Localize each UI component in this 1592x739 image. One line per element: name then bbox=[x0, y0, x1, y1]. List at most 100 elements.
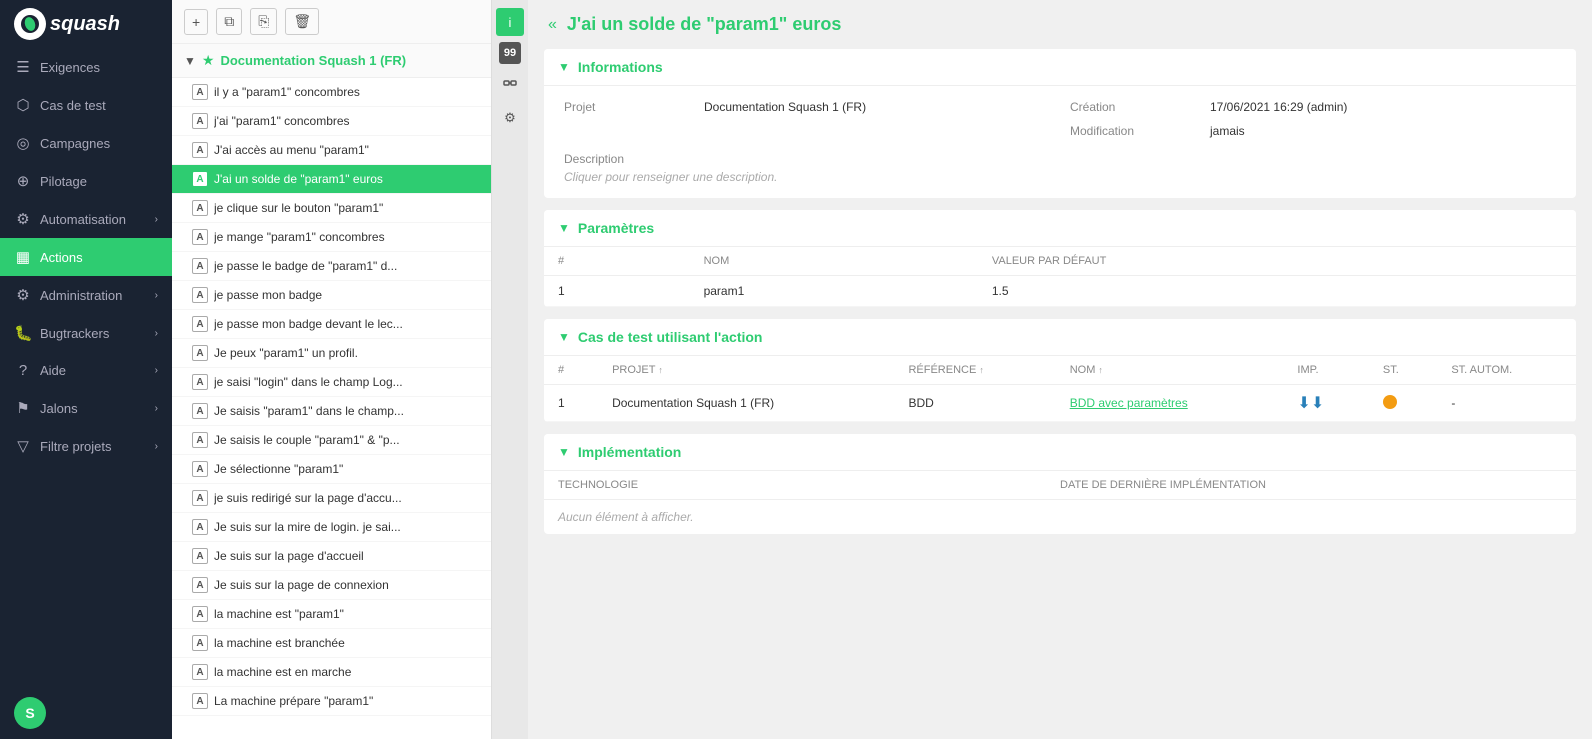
list-item[interactable]: A je passe le badge de "param1" d... bbox=[172, 252, 491, 281]
cell-importance: ⬇⬇ bbox=[1283, 385, 1368, 422]
chevron-right-icon: › bbox=[155, 365, 158, 376]
tree-root[interactable]: ▼ ★ Documentation Squash 1 (FR) bbox=[172, 44, 491, 78]
chevron-right-icon: › bbox=[155, 214, 158, 225]
sidebar: squash ☰ Exigences ⬡ Cas de test ◎ Campa… bbox=[0, 0, 172, 739]
implementation-header[interactable]: ▼ Implémentation bbox=[544, 434, 1576, 471]
sidebar-item-label: Jalons bbox=[40, 401, 78, 416]
list-item[interactable]: A je clique sur le bouton "param1" bbox=[172, 194, 491, 223]
add-button[interactable]: + bbox=[184, 9, 208, 35]
informations-header[interactable]: ▼ Informations bbox=[544, 49, 1576, 86]
list-item[interactable]: A Je suis sur la page d'accueil bbox=[172, 542, 491, 571]
back-button[interactable]: « bbox=[548, 16, 557, 34]
description-label: Description bbox=[564, 152, 1556, 166]
sidebar-item-label: Automatisation bbox=[40, 212, 126, 227]
item-type-badge: A bbox=[192, 519, 208, 535]
filtre-icon: ▽ bbox=[14, 437, 32, 455]
collapse-icon: ▼ bbox=[558, 330, 570, 344]
col-st-autom: ST. AUTOM. bbox=[1437, 356, 1576, 385]
list-item[interactable]: A je suis redirigé sur la page d'accu... bbox=[172, 484, 491, 513]
logo-area: squash bbox=[0, 0, 172, 48]
item-label: il y a "param1" concombres bbox=[214, 85, 360, 99]
list-item[interactable]: A je passe mon badge bbox=[172, 281, 491, 310]
informations-section: ▼ Informations Projet Documentation Squa… bbox=[544, 49, 1576, 198]
sidebar-item-jalons[interactable]: ⚑ Jalons › bbox=[0, 389, 172, 427]
sidebar-item-aide[interactable]: ? Aide › bbox=[0, 352, 172, 389]
sidebar-item-actions[interactable]: ▦ Actions bbox=[0, 238, 172, 276]
list-item[interactable]: A Je sélectionne "param1" bbox=[172, 455, 491, 484]
list-item[interactable]: A je passe mon badge devant le lec... bbox=[172, 310, 491, 339]
list-item[interactable]: A La machine prépare "param1" bbox=[172, 687, 491, 716]
item-type-badge: A bbox=[192, 490, 208, 506]
sidebar-item-label: Actions bbox=[40, 250, 83, 265]
col-st: ST. bbox=[1369, 356, 1437, 385]
pilotage-icon: ⊕ bbox=[14, 172, 32, 190]
list-item[interactable]: A J'ai un solde de "param1" euros bbox=[172, 165, 491, 194]
list-item[interactable]: A Je peux "param1" un profil. bbox=[172, 339, 491, 368]
collapse-arrow-icon: ▼ bbox=[184, 54, 196, 68]
list-item[interactable]: A la machine est branchée bbox=[172, 629, 491, 658]
item-label: la machine est "param1" bbox=[214, 607, 344, 621]
cas-de-test-header[interactable]: ▼ Cas de test utilisant l'action bbox=[544, 319, 1576, 356]
table-row: 1 Documentation Squash 1 (FR) BDD BDD av… bbox=[544, 385, 1576, 422]
col-num: # bbox=[544, 356, 598, 385]
list-item[interactable]: A la machine est "param1" bbox=[172, 600, 491, 629]
sidebar-item-administration[interactable]: ⚙ Administration › bbox=[0, 276, 172, 314]
sidebar-item-cas-de-test[interactable]: ⬡ Cas de test bbox=[0, 86, 172, 124]
paste-button[interactable]: ⎘ bbox=[250, 8, 277, 35]
jalons-icon: ⚑ bbox=[14, 399, 32, 417]
list-item[interactable]: A j'ai "param1" concombres bbox=[172, 107, 491, 136]
col-reference: RÉFÉRENCE ↑ bbox=[894, 356, 1055, 385]
item-label: je passe le badge de "param1" d... bbox=[214, 259, 397, 273]
sidebar-item-automatisation[interactable]: ⚙ Automatisation › bbox=[0, 200, 172, 238]
sidebar-item-pilotage[interactable]: ⊕ Pilotage bbox=[0, 162, 172, 200]
logo-icon bbox=[14, 8, 46, 40]
projet-value: Documentation Squash 1 (FR) bbox=[704, 100, 1050, 114]
section-title: Paramètres bbox=[578, 220, 654, 236]
tree-root-label: Documentation Squash 1 (FR) bbox=[220, 53, 406, 68]
list-item[interactable]: A Je saisis "param1" dans le champ... bbox=[172, 397, 491, 426]
info-button[interactable]: i bbox=[496, 8, 524, 36]
aide-icon: ? bbox=[14, 362, 32, 379]
list-item[interactable]: A je mange "param1" concombres bbox=[172, 223, 491, 252]
cell-valeur: 1.5 bbox=[978, 276, 1576, 307]
copy-button[interactable]: ⧉ bbox=[216, 8, 242, 35]
implementation-section: ▼ Implémentation TECHNOLOGIE DATE DE DER… bbox=[544, 434, 1576, 534]
list-item[interactable]: A je saisi "login" dans le champ Log... bbox=[172, 368, 491, 397]
list-item[interactable]: A Je saisis le couple "param1" & "p... bbox=[172, 426, 491, 455]
item-type-badge: A bbox=[192, 113, 208, 129]
col-num: # bbox=[544, 247, 690, 276]
item-label: J'ai accès au menu "param1" bbox=[214, 143, 369, 157]
sidebar-nav: ☰ Exigences ⬡ Cas de test ◎ Campagnes ⊕ … bbox=[0, 48, 172, 687]
list-item[interactable]: A J'ai accès au menu "param1" bbox=[172, 136, 491, 165]
item-label: je suis redirigé sur la page d'accu... bbox=[214, 491, 402, 505]
sidebar-item-bugtrackers[interactable]: 🐛 Bugtrackers › bbox=[0, 314, 172, 352]
cell-num: 1 bbox=[544, 385, 598, 422]
item-label: je mange "param1" concombres bbox=[214, 230, 385, 244]
item-label: je passe mon badge bbox=[214, 288, 322, 302]
collapse-icon: ▼ bbox=[558, 60, 570, 74]
administration-icon: ⚙ bbox=[14, 286, 32, 304]
test-link[interactable]: BDD avec paramètres bbox=[1070, 396, 1188, 410]
item-label: Je saisis le couple "param1" & "p... bbox=[214, 433, 400, 447]
delete-button[interactable]: 🗑 bbox=[285, 8, 319, 35]
tests-table: # PROJET ↑ RÉFÉRENCE ↑ NOM ↑ IMP. ST. bbox=[544, 356, 1576, 422]
cell-nom: BDD avec paramètres bbox=[1056, 385, 1284, 422]
chevron-right-icon: › bbox=[155, 441, 158, 452]
avatar[interactable]: S bbox=[14, 697, 46, 729]
list-item[interactable]: A la machine est en marche bbox=[172, 658, 491, 687]
list-item[interactable]: A Je suis sur la page de connexion bbox=[172, 571, 491, 600]
settings-button[interactable]: ⚙ bbox=[496, 104, 524, 132]
item-label: La machine prépare "param1" bbox=[214, 694, 373, 708]
sidebar-item-label: Pilotage bbox=[40, 174, 87, 189]
sidebar-item-label: Exigences bbox=[40, 60, 100, 75]
sidebar-item-filtre-projets[interactable]: ▽ Filtre projets › bbox=[0, 427, 172, 465]
parametres-header[interactable]: ▼ Paramètres bbox=[544, 210, 1576, 247]
sidebar-item-exigences[interactable]: ☰ Exigences bbox=[0, 48, 172, 86]
link-button[interactable] bbox=[496, 70, 524, 98]
item-type-badge: A bbox=[192, 461, 208, 477]
description-input[interactable]: Cliquer pour renseigner une description. bbox=[564, 170, 1556, 184]
list-item[interactable]: A Je suis sur la mire de login. je sai..… bbox=[172, 513, 491, 542]
item-type-badge: A bbox=[192, 432, 208, 448]
list-item[interactable]: A il y a "param1" concombres bbox=[172, 78, 491, 107]
sidebar-item-campagnes[interactable]: ◎ Campagnes bbox=[0, 124, 172, 162]
